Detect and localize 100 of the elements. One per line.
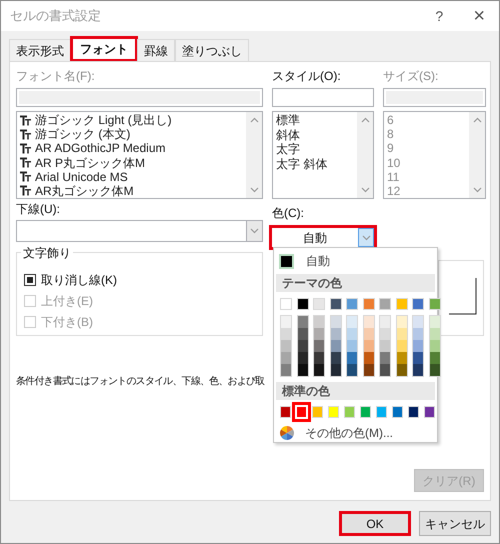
color-swatch[interactable]: [396, 364, 406, 376]
color-swatch[interactable]: [312, 406, 324, 418]
input-field[interactable]: [16, 88, 263, 107]
color-swatch[interactable]: [346, 298, 358, 310]
color-swatch[interactable]: [413, 364, 423, 376]
field-label: フォント名(F):: [16, 68, 96, 84]
color-swatch[interactable]: [408, 406, 420, 418]
color-swatch[interactable]: [330, 316, 340, 328]
color-swatch[interactable]: [298, 328, 308, 340]
color-swatch[interactable]: [412, 298, 424, 310]
color-swatch[interactable]: [430, 316, 440, 328]
color-swatch[interactable]: [314, 328, 324, 340]
dialog-button[interactable]: OK: [339, 511, 411, 536]
dialog-button[interactable]: キャンセル: [419, 511, 491, 536]
color-swatch[interactable]: [298, 316, 308, 328]
color-swatch[interactable]: [364, 364, 374, 376]
color-swatch[interactable]: [396, 352, 406, 364]
color-swatch[interactable]: [330, 298, 342, 310]
color-swatch[interactable]: [424, 406, 436, 418]
checkbox-label: 取り消し線(K): [41, 272, 117, 288]
color-swatch[interactable]: [392, 406, 404, 418]
input-field[interactable]: [383, 88, 486, 107]
color-swatch[interactable]: [298, 364, 308, 376]
menu-section-header: 標準の色: [276, 382, 435, 400]
color-swatch[interactable]: [380, 340, 390, 352]
scrollbar[interactable]: [246, 112, 262, 198]
color-swatch[interactable]: [298, 352, 308, 364]
input-field[interactable]: [272, 88, 374, 107]
color-swatch[interactable]: [396, 328, 406, 340]
list-item[interactable]: 太字: [276, 142, 300, 156]
color-swatch[interactable]: [281, 328, 291, 340]
color-swatch[interactable]: [379, 298, 391, 310]
color-swatch[interactable]: [281, 352, 291, 364]
color-swatch[interactable]: [330, 352, 340, 364]
color-swatch[interactable]: [330, 364, 340, 376]
color-swatch[interactable]: [314, 352, 324, 364]
color-swatch[interactable]: [347, 316, 357, 328]
list-box[interactable]: 標準 斜体 太字 太字 斜体: [272, 111, 374, 199]
color-swatch[interactable]: [430, 328, 440, 340]
help-button[interactable]: ?: [429, 6, 450, 26]
color-swatch[interactable]: [281, 340, 291, 352]
color-swatch[interactable]: [298, 340, 308, 352]
color-swatch[interactable]: [364, 352, 374, 364]
color-swatch[interactable]: [328, 406, 340, 418]
scrollbar[interactable]: [357, 112, 373, 198]
color-swatch[interactable]: [330, 340, 340, 352]
color-swatch[interactable]: [413, 316, 423, 328]
color-swatch[interactable]: [413, 340, 423, 352]
tab[interactable]: フォント: [71, 37, 137, 61]
automatic-option[interactable]: 自動: [306, 252, 330, 270]
color-swatch[interactable]: [344, 406, 356, 418]
underline-dropdown[interactable]: [16, 220, 263, 242]
list-item[interactable]: 標準: [276, 113, 300, 128]
color-swatch[interactable]: [347, 364, 357, 376]
color-swatch[interactable]: [314, 340, 324, 352]
color-swatch[interactable]: [413, 328, 423, 340]
color-swatch[interactable]: [430, 364, 440, 376]
color-swatch[interactable]: [280, 406, 292, 418]
list-item[interactable]: 太字 斜体: [276, 156, 328, 171]
tab[interactable]: 塗りつぶし: [175, 39, 249, 61]
more-colors-option[interactable]: その他の色(M)...: [305, 424, 393, 442]
color-swatch[interactable]: [314, 316, 324, 328]
color-swatch[interactable]: [380, 352, 390, 364]
color-swatch[interactable]: [376, 406, 388, 418]
color-swatch[interactable]: [380, 316, 390, 328]
color-swatch[interactable]: [362, 298, 374, 310]
color-swatch[interactable]: [296, 298, 308, 310]
color-swatch[interactable]: [413, 352, 423, 364]
tab[interactable]: 表示形式: [9, 39, 71, 61]
color-swatch[interactable]: [380, 328, 390, 340]
color-swatch[interactable]: [314, 364, 324, 376]
color-swatch[interactable]: [360, 406, 372, 418]
scroll-down-icon: [250, 187, 258, 193]
color-swatch[interactable]: [364, 340, 374, 352]
color-swatch[interactable]: [364, 316, 374, 328]
color-swatch[interactable]: [347, 328, 357, 340]
automatic-swatch[interactable]: [279, 254, 294, 269]
color-swatch[interactable]: [380, 364, 390, 376]
color-swatch[interactable]: [347, 340, 357, 352]
close-button[interactable]: ×: [473, 6, 485, 26]
color-swatch[interactable]: [430, 340, 440, 352]
color-swatch[interactable]: [347, 352, 357, 364]
color-swatch[interactable]: [396, 340, 406, 352]
color-swatch[interactable]: [396, 298, 408, 310]
scroll-up-icon: [360, 117, 370, 123]
list-item[interactable]: 斜体: [276, 128, 300, 142]
color-swatch[interactable]: [330, 328, 340, 340]
color-swatch[interactable]: [281, 316, 291, 328]
color-swatch[interactable]: [364, 328, 374, 340]
color-swatch[interactable]: [430, 352, 440, 364]
group-title: 文字飾り: [21, 244, 73, 262]
color-swatch[interactable]: [280, 298, 292, 310]
checkbox[interactable]: [24, 274, 36, 286]
color-swatch[interactable]: [281, 364, 291, 376]
color-swatch[interactable]: [313, 298, 325, 310]
tab[interactable]: 罫線: [137, 39, 175, 61]
color-swatch[interactable]: [396, 316, 406, 328]
menu-section-header: テーマの色: [276, 274, 435, 292]
color-swatch[interactable]: [428, 298, 440, 310]
scrollbar[interactable]: [469, 112, 485, 198]
